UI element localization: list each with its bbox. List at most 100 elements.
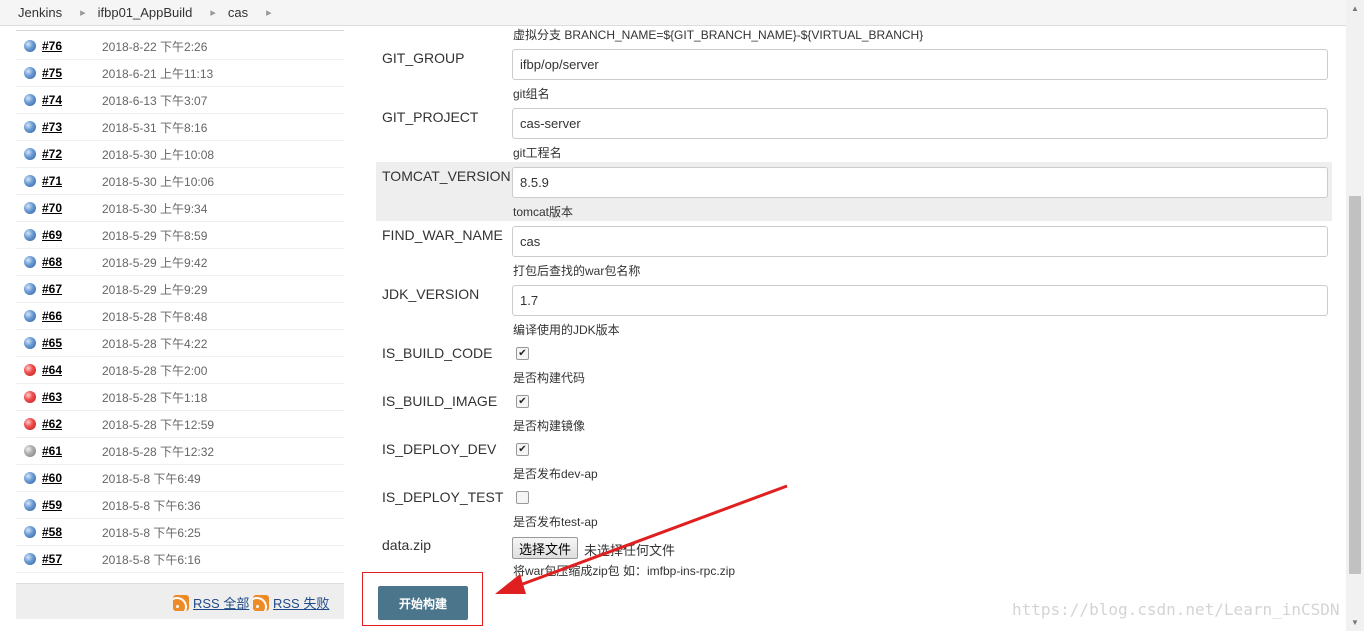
build-row[interactable]: #69 2018-5-29 下午8:59 xyxy=(16,222,344,249)
build-row[interactable]: #62 2018-5-28 下午12:59 xyxy=(16,411,344,438)
build-date: 2018-8-22 下午2:26 xyxy=(102,39,208,54)
build-row[interactable]: #72 2018-5-30 上午10:08 xyxy=(16,141,344,168)
build-row[interactable]: #57 2018-5-8 下午6:16 xyxy=(16,546,344,573)
build-number-link[interactable]: #74 xyxy=(42,93,102,107)
find-war-name-input[interactable] xyxy=(512,226,1328,257)
build-row[interactable]: #60 2018-5-8 下午6:49 xyxy=(16,465,344,492)
build-number-link[interactable]: #69 xyxy=(42,228,102,242)
tomcat-version-input[interactable] xyxy=(512,167,1328,198)
build-row[interactable]: #63 2018-5-28 下午1:18 xyxy=(16,384,344,411)
build-row[interactable]: #73 2018-5-31 下午8:16 xyxy=(16,114,344,141)
build-row[interactable]: #68 2018-5-29 上午9:42 xyxy=(16,249,344,276)
build-number-link[interactable]: #64 xyxy=(42,363,102,377)
param-description: 是否构建代码 xyxy=(513,371,586,385)
param-find-war-name: FIND_WAR_NAME 打包后查找的war包名称 xyxy=(376,221,1332,279)
rss-all-link[interactable]: RSS 全部 xyxy=(173,593,249,612)
rss-failures-link[interactable]: RSS 失败 xyxy=(253,593,329,612)
build-row[interactable]: #58 2018-5-8 下午6:25 xyxy=(16,519,344,546)
build-status-blue-icon xyxy=(24,67,36,79)
build-status-blue-icon xyxy=(24,121,36,133)
build-date: 2018-5-28 下午4:22 xyxy=(102,336,208,351)
build-number-link[interactable]: #60 xyxy=(42,471,102,485)
scroll-thumb[interactable] xyxy=(1349,196,1361,574)
build-number-link[interactable]: #76 xyxy=(42,39,102,53)
rss-icon xyxy=(253,594,269,611)
param-is-deploy-dev: IS_DEPLOY_DEV ✔ 是否发布dev-ap xyxy=(376,436,1332,482)
jdk-version-input[interactable] xyxy=(512,285,1328,316)
param-description: 是否构建镜像 xyxy=(513,419,586,433)
build-row[interactable]: #75 2018-6-21 上午11:13 xyxy=(16,60,344,87)
build-row[interactable]: #67 2018-5-29 上午9:29 xyxy=(16,276,344,303)
param-name: GIT_GROUP xyxy=(382,50,465,66)
build-date: 2018-5-29 上午9:42 xyxy=(102,255,208,270)
build-number-link[interactable]: #68 xyxy=(42,255,102,269)
build-number-link[interactable]: #66 xyxy=(42,309,102,323)
build-number-link[interactable]: #65 xyxy=(42,336,102,350)
build-date: 2018-5-29 上午9:29 xyxy=(102,282,208,297)
breadcrumb-label[interactable]: ifbp01_AppBuild xyxy=(98,5,193,20)
build-row[interactable]: #76 2018-8-22 下午2:26 xyxy=(16,33,344,60)
build-date: 2018-5-28 下午12:32 xyxy=(102,444,215,459)
build-date: 2018-5-30 上午9:34 xyxy=(102,201,208,216)
is-build-code-checkbox[interactable]: ✔ xyxy=(516,347,529,360)
build-number-link[interactable]: #58 xyxy=(42,525,102,539)
rss-all-label[interactable]: RSS 全部 xyxy=(193,593,249,612)
rss-icon xyxy=(173,594,189,611)
build-number-link[interactable]: #59 xyxy=(42,498,102,512)
chevron-right-icon[interactable]: ▸ xyxy=(210,6,216,19)
build-number-link[interactable]: #62 xyxy=(42,417,102,431)
is-deploy-test-checkbox[interactable] xyxy=(516,491,529,504)
build-status-blue-icon xyxy=(24,337,36,349)
build-status-blue-icon xyxy=(24,94,36,106)
build-date: 2018-5-29 下午8:59 xyxy=(102,228,208,243)
param-git-group: GIT_GROUP git组名 xyxy=(376,44,1332,102)
param-description: git工程名 xyxy=(513,146,562,160)
param-jdk-version: JDK_VERSION 编译使用的JDK版本 xyxy=(376,280,1332,338)
build-row[interactable]: #65 2018-5-28 下午4:22 xyxy=(16,330,344,357)
breadcrumb-item-job[interactable]: ifbp01_AppBuild ▸ xyxy=(98,5,228,20)
build-number-link[interactable]: #63 xyxy=(42,390,102,404)
build-row[interactable]: #61 2018-5-28 下午12:32 xyxy=(16,438,344,465)
build-status-blue-icon xyxy=(24,256,36,268)
scroll-up-icon[interactable]: ▲ xyxy=(1346,0,1364,17)
build-date: 2018-5-8 下午6:16 xyxy=(102,552,201,567)
build-number-link[interactable]: #70 xyxy=(42,201,102,215)
build-number-link[interactable]: #72 xyxy=(42,147,102,161)
build-number-link[interactable]: #73 xyxy=(42,120,102,134)
breadcrumb-item-cas[interactable]: cas ▸ xyxy=(228,5,284,20)
chevron-right-icon[interactable]: ▸ xyxy=(80,6,86,19)
is-build-image-checkbox[interactable]: ✔ xyxy=(516,395,529,408)
start-build-button[interactable]: 开始构建 xyxy=(378,586,468,620)
build-row[interactable]: #64 2018-5-28 下午2:00 xyxy=(16,357,344,384)
build-status-blue-icon xyxy=(24,283,36,295)
rss-failures-label[interactable]: RSS 失败 xyxy=(273,593,329,612)
build-row[interactable]: #74 2018-6-13 下午3:07 xyxy=(16,87,344,114)
param-name: FIND_WAR_NAME xyxy=(382,227,503,243)
scroll-down-icon[interactable]: ▼ xyxy=(1346,614,1364,631)
breadcrumb: Jenkins ▸ ifbp01_AppBuild ▸ cas ▸ xyxy=(0,0,1346,26)
git-project-input[interactable] xyxy=(512,108,1328,139)
build-row[interactable]: #70 2018-5-30 上午9:34 xyxy=(16,195,344,222)
build-number-link[interactable]: #57 xyxy=(42,552,102,566)
build-number-link[interactable]: #61 xyxy=(42,444,102,458)
choose-file-button[interactable]: 选择文件 xyxy=(512,537,579,559)
build-status-blue-icon xyxy=(24,553,36,565)
build-status-blue-icon xyxy=(24,148,36,160)
param-name: IS_BUILD_CODE xyxy=(382,345,493,361)
chevron-right-icon[interactable]: ▸ xyxy=(266,6,272,19)
param-name: TOMCAT_VERSION xyxy=(382,168,511,184)
build-number-link[interactable]: #75 xyxy=(42,66,102,80)
breadcrumb-label[interactable]: cas xyxy=(228,5,248,20)
build-row[interactable]: #59 2018-5-8 下午6:36 xyxy=(16,492,344,519)
build-row[interactable]: #66 2018-5-28 下午8:48 xyxy=(16,303,344,330)
build-status-red-icon xyxy=(24,418,36,430)
is-deploy-dev-checkbox[interactable]: ✔ xyxy=(516,443,529,456)
breadcrumb-item-jenkins[interactable]: Jenkins ▸ xyxy=(0,5,98,20)
build-number-link[interactable]: #67 xyxy=(42,282,102,296)
breadcrumb-label[interactable]: Jenkins xyxy=(0,5,62,20)
build-number-link[interactable]: #71 xyxy=(42,174,102,188)
build-date: 2018-5-8 下午6:49 xyxy=(102,471,201,486)
vertical-scrollbar[interactable]: ▲ ▼ xyxy=(1346,0,1364,631)
build-row[interactable]: #71 2018-5-30 上午10:06 xyxy=(16,168,344,195)
git-group-input[interactable] xyxy=(512,49,1328,80)
